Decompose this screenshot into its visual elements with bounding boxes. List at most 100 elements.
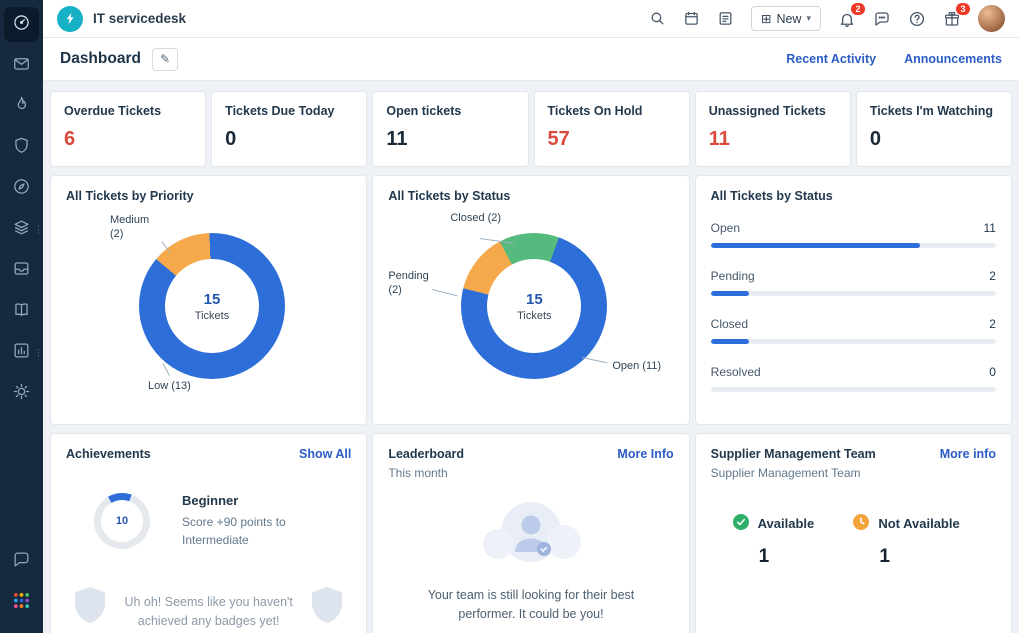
sidebar-item-chat[interactable] — [4, 544, 39, 579]
shield-icon — [12, 136, 31, 160]
badge-shield-icon — [309, 585, 345, 630]
stat-card-open[interactable]: Open tickets 11 — [372, 91, 528, 167]
calendar-icon[interactable] — [683, 10, 700, 27]
score-text-line2: Intermediate — [182, 533, 249, 547]
bar-row-pending[interactable]: Pending 2 — [711, 269, 996, 296]
empty-badges: Uh oh! Seems like you haven't achieved a… — [66, 585, 351, 631]
more-info-link[interactable]: More Info — [617, 447, 673, 461]
stat-card-overdue[interactable]: Overdue Tickets 6 — [50, 91, 206, 167]
leaderboard-empty-line2: performer. It could be you! — [458, 607, 603, 621]
bar-label: Closed — [711, 317, 748, 331]
stat-card-watching[interactable]: Tickets I'm Watching 0 — [856, 91, 1012, 167]
bar-row-resolved[interactable]: Resolved 0 — [711, 365, 996, 392]
flame-icon — [12, 95, 31, 119]
panel-title: All Tickets by Status — [711, 189, 996, 203]
points-value: 10 — [94, 493, 150, 549]
notifications-bell-icon[interactable]: 2 — [838, 10, 856, 28]
more-info-link[interactable]: More info — [940, 447, 996, 461]
new-button[interactable]: ⊞ New ▾ — [751, 6, 821, 31]
envelope-icon — [12, 54, 31, 78]
sidebar-item-analytics[interactable]: ⋮ — [4, 335, 39, 370]
sidebar-item-freshworks-switcher[interactable] — [4, 585, 39, 620]
donut-total-label: Tickets — [517, 310, 551, 322]
todo-note-icon[interactable] — [717, 10, 734, 27]
bar-track — [711, 387, 996, 392]
show-all-link[interactable]: Show All — [299, 447, 351, 461]
bar-label: Pending — [711, 269, 755, 283]
search-icon[interactable] — [649, 10, 666, 27]
bar-track — [711, 339, 996, 344]
segment-label-pending: Pending (2) — [388, 269, 442, 298]
supplier-subtitle: Supplier Management Team — [711, 466, 996, 480]
whats-new-gift-icon[interactable]: 3 — [943, 10, 961, 28]
sidebar-item-dashboard[interactable] — [4, 7, 39, 42]
sidebar-item-assets[interactable]: ⋮ — [4, 212, 39, 247]
sidebar-item-admin[interactable] — [4, 376, 39, 411]
bar-chart-icon — [12, 341, 31, 365]
available-label: Available — [758, 516, 815, 531]
app-logo[interactable] — [57, 6, 83, 32]
chevron-down-icon: ▾ — [806, 13, 811, 24]
bar-value: 2 — [989, 269, 996, 283]
stat-label: Open tickets — [386, 104, 514, 118]
stat-card-unassigned[interactable]: Unassigned Tickets 11 — [695, 91, 851, 167]
edit-dashboard-button[interactable]: ✎ — [152, 48, 178, 71]
stat-card-on-hold[interactable]: Tickets On Hold 57 — [534, 91, 690, 167]
bar-value: 2 — [989, 317, 996, 331]
recent-activity-link[interactable]: Recent Activity — [786, 52, 876, 66]
header-links: Recent Activity Announcements — [786, 52, 1002, 66]
stat-label: Tickets Due Today — [225, 104, 353, 118]
sidebar-item-knowledge[interactable] — [4, 294, 39, 329]
panel-tickets-by-status-donut: All Tickets by Status 15 Tickets Closed … — [372, 175, 689, 425]
bar-fill — [711, 339, 749, 344]
bar-label: Resolved — [711, 365, 761, 379]
segment-label-low: Low (13) — [148, 379, 202, 393]
bar-value: 11 — [984, 221, 996, 235]
topbar-actions: ⊞ New ▾ 2 3 — [649, 5, 1005, 32]
user-avatar[interactable] — [978, 5, 1005, 32]
inbox-tray-icon — [12, 259, 31, 283]
bell-badge: 2 — [851, 3, 865, 15]
sidebar-item-security[interactable] — [4, 130, 39, 165]
stat-label: Tickets On Hold — [548, 104, 676, 118]
no-badges-line1: Uh oh! Seems like you haven't — [124, 595, 292, 609]
announcements-link[interactable]: Announcements — [904, 52, 1002, 66]
not-available-count: 1 — [879, 546, 974, 568]
donut-center: 15 Tickets — [139, 233, 285, 379]
available-column: Available 1 — [733, 514, 854, 568]
sidebar-item-purchase[interactable] — [4, 253, 39, 288]
bar-row-open[interactable]: Open 11 — [711, 221, 996, 248]
bar-row-closed[interactable]: Closed 2 — [711, 317, 996, 344]
help-icon[interactable] — [908, 10, 926, 28]
stat-value: 11 — [709, 128, 837, 151]
sidebar-item-incidents[interactable] — [4, 89, 39, 124]
panel-supplier-team: Supplier Management Team Supplier Manage… — [695, 433, 1012, 633]
panel-tickets-by-status-bars: All Tickets by Status Open 11 Pending 2 — [695, 175, 1012, 425]
status-donut-chart: 15 Tickets Closed (2) Pending (2) Open (… — [388, 211, 673, 416]
sidebar-item-inbox[interactable] — [4, 48, 39, 83]
topbar: IT servicedesk ⊞ New ▾ 2 3 — [43, 0, 1019, 38]
sidebar-item-explore[interactable] — [4, 171, 39, 206]
donut-total: 15 — [526, 291, 543, 308]
stat-label: Unassigned Tickets — [709, 104, 837, 118]
book-icon — [12, 300, 31, 324]
stat-value: 0 — [225, 128, 353, 151]
app-grid-icon — [13, 592, 30, 614]
points-gauge: 10 — [94, 493, 150, 549]
stat-value: 57 — [548, 128, 676, 151]
bar-track — [711, 243, 996, 248]
charts-row: All Tickets by Priority 15 Tickets Mediu… — [50, 175, 1012, 425]
panel-achievements: Achievements Show All 10 Beginner Score … — [50, 433, 367, 633]
overflow-dots-icon[interactable]: ⋮ — [34, 225, 43, 234]
sidebar: ⋮ ⋮ — [0, 0, 43, 633]
donut-total: 15 — [204, 291, 221, 308]
chat-support-icon[interactable] — [873, 10, 891, 28]
not-available-label: Not Available — [878, 516, 959, 531]
app-title: IT servicedesk — [93, 11, 186, 26]
not-available-clock-icon — [853, 514, 869, 533]
stat-card-due-today[interactable]: Tickets Due Today 0 — [211, 91, 367, 167]
priority-donut-chart: 15 Tickets Medium (2) Low (13) — [66, 211, 351, 416]
panel-leaderboard: Leaderboard This month More Info Your te… — [372, 433, 689, 633]
bar-value: 0 — [989, 365, 996, 379]
overflow-dots-icon[interactable]: ⋮ — [34, 348, 43, 357]
